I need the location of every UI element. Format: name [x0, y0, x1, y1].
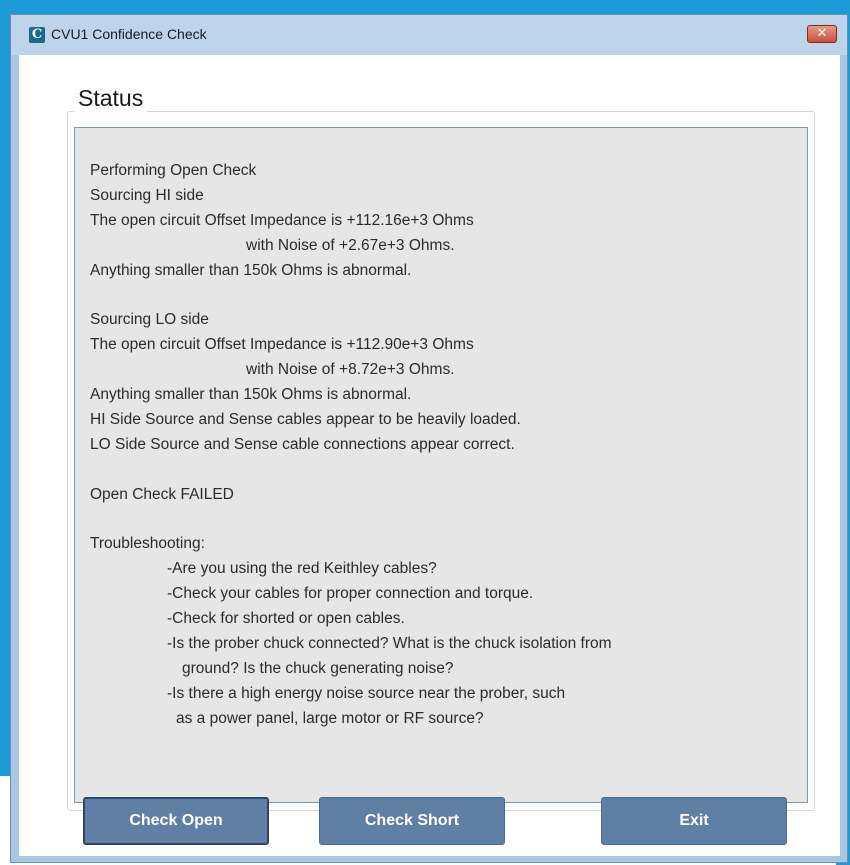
status-line: Sourcing LO side	[90, 311, 209, 328]
app-logo-icon: C	[29, 27, 45, 43]
status-line: as a power panel, large motor or RF sour…	[176, 710, 484, 727]
status-line: Open Check FAILED	[90, 486, 234, 503]
title-bar[interactable]: C CVU1 Confidence Check ✕	[11, 15, 847, 55]
status-text-area[interactable]: Performing Open Check Sourcing HI side T…	[74, 127, 808, 803]
confidence-check-window: C CVU1 Confidence Check ✕ Status Perform…	[10, 14, 848, 863]
window-client-area: Status Performing Open Check Sourcing HI…	[19, 55, 840, 856]
status-line: Performing Open Check	[90, 162, 257, 179]
check-short-button[interactable]: Check Short	[319, 797, 505, 845]
status-line: with Noise of +8.72e+3 Ohms.	[246, 361, 455, 378]
status-line: -Are you using the red Keithley cables?	[167, 560, 437, 577]
status-line: Anything smaller than 150k Ohms is abnor…	[90, 262, 412, 279]
close-button[interactable]: ✕	[807, 25, 837, 43]
status-line: LO Side Source and Sense cable connectio…	[90, 436, 515, 453]
status-line: with Noise of +2.67e+3 Ohms.	[246, 237, 455, 254]
status-line: -Is there a high energy noise source nea…	[167, 685, 566, 702]
status-line: -Check your cables for proper connection…	[167, 585, 534, 602]
status-line: Anything smaller than 150k Ohms is abnor…	[90, 386, 412, 403]
status-line: -Is the prober chuck connected? What is …	[167, 635, 612, 652]
check-open-button[interactable]: Check Open	[83, 797, 269, 845]
status-line: The open circuit Offset Impedance is +11…	[90, 212, 474, 229]
status-line: HI Side Source and Sense cables appear t…	[90, 411, 521, 428]
status-line: The open circuit Offset Impedance is +11…	[90, 336, 474, 353]
status-line: Troubleshooting:	[90, 535, 205, 552]
window-title: CVU1 Confidence Check	[51, 26, 207, 42]
status-group-title: Status	[74, 85, 148, 112]
status-line: -Check for shorted or open cables.	[167, 610, 405, 627]
status-line: Sourcing HI side	[90, 187, 204, 204]
status-line: ground? Is the chuck generating noise?	[182, 660, 454, 677]
exit-button[interactable]: Exit	[601, 797, 787, 845]
